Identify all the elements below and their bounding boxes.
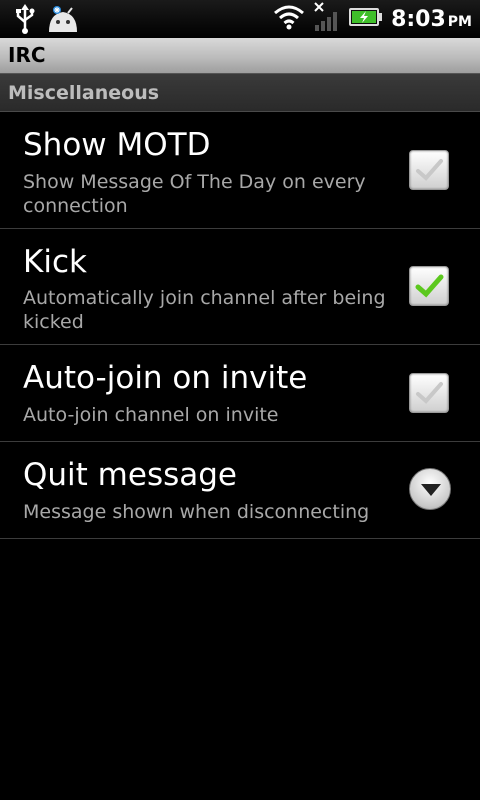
pref-auto-join-on-invite[interactable]: Auto-join on invite Auto-join channel on… [0,345,480,442]
pref-title: Show MOTD [23,127,211,163]
pref-title: Quit message [23,457,237,493]
pref-title: Kick [23,244,87,280]
no-signal-icon [313,1,341,37]
section-label: Miscellaneous [8,82,160,104]
chevron-down-icon [421,484,441,496]
title-bar: IRC [0,38,480,74]
screen-title: IRC [8,43,46,67]
clock-ampm: PM [447,13,472,30]
pref-title: Auto-join on invite [23,360,308,396]
show-motd-checkbox[interactable] [409,150,449,190]
pref-show-motd[interactable]: Show MOTD Show Message Of The Day on eve… [0,112,480,229]
pref-kick[interactable]: Kick Automatically join channel after be… [0,229,480,345]
pref-summary: Message shown when disconnecting [23,501,370,523]
checkmark-icon [415,274,444,298]
kick-checkbox[interactable] [409,266,449,306]
auto-join-checkbox[interactable] [409,373,449,413]
checkmark-icon [416,159,443,181]
checkmark-icon [416,382,443,404]
clock: 8:03 PM [391,7,472,32]
pref-summary: Show Message Of The Day on every connect… [23,171,366,217]
usb-icon [14,4,36,38]
pref-summary: Automatically join channel after being k… [23,287,386,333]
clock-time: 8:03 [391,6,446,32]
quit-message-dropdown-button[interactable] [409,468,451,510]
battery-charging-icon [349,7,383,31]
android-icon [46,4,80,38]
section-header: Miscellaneous [0,74,480,112]
wifi-icon [273,4,305,34]
status-bar: 8:03 PM [0,0,480,38]
pref-summary: Auto-join channel on invite [23,404,279,426]
pref-quit-message[interactable]: Quit message Message shown when disconne… [0,442,480,539]
